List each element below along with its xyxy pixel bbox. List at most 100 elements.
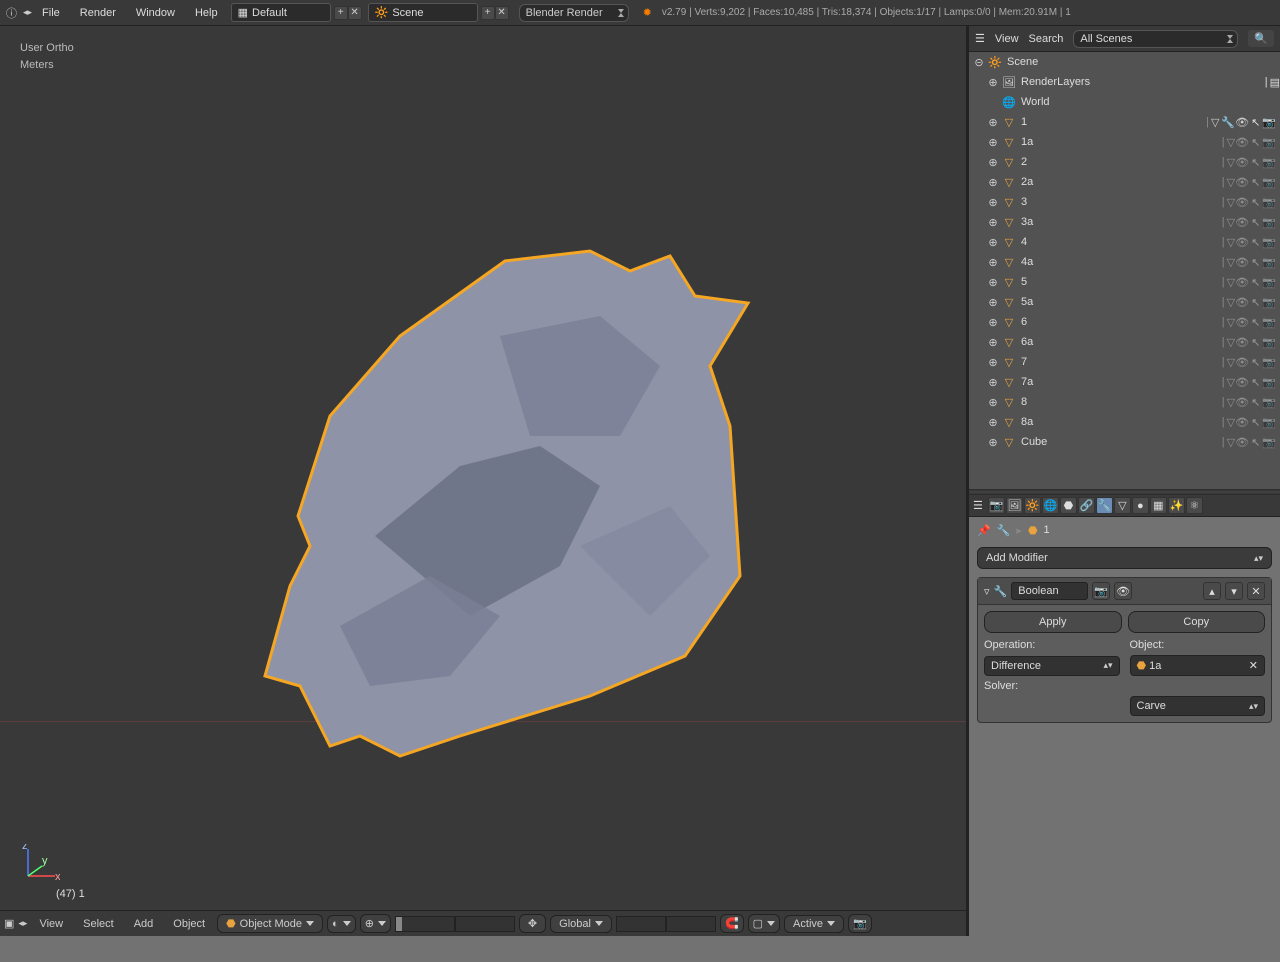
tab-renderlayers[interactable]: 🖼 <box>1006 497 1023 514</box>
selectable-toggle[interactable]: ↖ <box>1251 316 1260 329</box>
view3d-editor-icon[interactable]: ▣ <box>4 917 14 930</box>
outliner-filter-select[interactable]: All Scenes <box>1073 30 1238 48</box>
render-toggle[interactable]: 📷 <box>1262 356 1276 369</box>
expand-icon[interactable]: ⊕ <box>987 256 999 269</box>
tab-scene[interactable]: 🔆 <box>1024 497 1041 514</box>
outliner-object-row[interactable]: ⊕▽5|▽👁↖📷 <box>969 272 1280 292</box>
mesh-data-icon[interactable]: ▽ <box>1227 436 1235 449</box>
mesh-data-icon[interactable]: ▽ <box>1227 216 1235 229</box>
renderlayer-pass-icon[interactable]: ▤ <box>1270 76 1280 89</box>
visibility-toggle[interactable]: 👁 <box>1235 236 1249 249</box>
outliner-menu-view[interactable]: View <box>995 33 1019 45</box>
tab-material[interactable]: ● <box>1132 497 1149 514</box>
expand-icon[interactable]: ⊕ <box>987 116 999 129</box>
menu-view[interactable]: View <box>31 918 71 930</box>
expand-icon[interactable]: ⊕ <box>987 376 999 389</box>
render-toggle[interactable]: 📷 <box>1262 176 1276 189</box>
modifier-icon[interactable]: 🔧 <box>1221 116 1235 129</box>
mesh-data-icon[interactable]: ▽ <box>1227 136 1235 149</box>
layers-widget[interactable] <box>395 916 515 932</box>
editor-type-icon[interactable]: ⓘ <box>0 2 23 24</box>
pivot-select[interactable]: ⊕ <box>360 914 391 933</box>
visibility-toggle[interactable]: 👁 <box>1235 156 1249 169</box>
menu-help[interactable]: Help <box>185 7 228 19</box>
mesh-data-icon[interactable]: ▽ <box>1227 396 1235 409</box>
selectable-toggle[interactable]: ↖ <box>1251 356 1260 369</box>
selectable-toggle[interactable]: ↖ <box>1251 216 1260 229</box>
operation-select[interactable]: Difference▴▾ <box>984 656 1120 676</box>
delete-modifier-button[interactable]: ✕ <box>1247 582 1265 600</box>
selectable-toggle[interactable]: ↖ <box>1251 296 1260 309</box>
visibility-toggle[interactable]: 👁 <box>1235 296 1249 309</box>
3d-viewport[interactable]: User Ortho Meters z x y (47) 1 <box>0 26 966 910</box>
selectable-toggle[interactable]: ↖ <box>1251 416 1260 429</box>
render-button[interactable]: 📷 <box>848 914 872 933</box>
expand-icon[interactable]: ⊕ <box>987 276 999 289</box>
add-scene-button[interactable]: + <box>481 6 495 20</box>
mesh-data-icon[interactable]: ▽ <box>1227 296 1235 309</box>
tab-physics[interactable]: ⚛ <box>1186 497 1203 514</box>
expand-icon[interactable]: ⊕ <box>987 436 999 449</box>
layers-widget-2[interactable] <box>616 916 716 932</box>
selectable-toggle[interactable]: ↖ <box>1251 116 1260 129</box>
info-expand-icon[interactable]: ◂▸ <box>23 7 32 18</box>
snap-element-select[interactable]: ▢ <box>748 914 780 933</box>
render-toggle[interactable]: 📷 <box>1262 236 1276 249</box>
mesh-data-icon[interactable]: ▽ <box>1227 336 1235 349</box>
tab-data[interactable]: ▽ <box>1114 497 1131 514</box>
add-layout-button[interactable]: + <box>334 6 348 20</box>
expand-icon[interactable]: ⊕ <box>987 416 999 429</box>
render-toggle[interactable]: 📷 <box>1262 376 1276 389</box>
world-row[interactable]: ⊕ 🌐 World <box>969 92 1280 112</box>
render-toggle[interactable]: 📷 <box>1262 436 1276 449</box>
mesh-data-icon[interactable]: ▽ <box>1227 176 1235 189</box>
menu-add[interactable]: Add <box>126 918 162 930</box>
render-toggle[interactable]: 📷 <box>1262 336 1276 349</box>
expand-icon[interactable]: ⊕ <box>987 316 999 329</box>
add-modifier-button[interactable]: Add Modifier ▴▾ <box>977 547 1272 569</box>
visibility-toggle[interactable]: 👁 <box>1235 116 1249 129</box>
outliner-object-row[interactable]: ⊕▽4a|▽👁↖📷 <box>969 252 1280 272</box>
visibility-toggle[interactable]: 👁 <box>1235 356 1249 369</box>
mesh-data-icon[interactable]: ▽ <box>1211 116 1219 129</box>
render-toggle[interactable]: 📷 <box>1262 276 1276 289</box>
outliner-object-row[interactable]: ⊕▽1a|▽👁↖📷 <box>969 132 1280 152</box>
modifier-name-field[interactable]: Boolean <box>1011 582 1088 600</box>
properties-editor-icon[interactable]: ☰ <box>973 499 983 512</box>
search-icon[interactable]: 🔍 <box>1248 30 1274 47</box>
outliner-object-row[interactable]: ⊕▽6a|▽👁↖📷 <box>969 332 1280 352</box>
outliner-object-row[interactable]: ⊕▽6|▽👁↖📷 <box>969 312 1280 332</box>
mesh-data-icon[interactable]: ▽ <box>1227 316 1235 329</box>
menu-select[interactable]: Select <box>75 918 122 930</box>
tab-object[interactable]: ⬣ <box>1060 497 1077 514</box>
expand-icon[interactable]: ⊕ <box>987 356 999 369</box>
selectable-toggle[interactable]: ↖ <box>1251 256 1260 269</box>
mesh-data-icon[interactable]: ▽ <box>1227 156 1235 169</box>
view3d-expand-icon[interactable]: ◂▸ <box>18 918 27 929</box>
expand-icon[interactable]: ⊕ <box>987 336 999 349</box>
outliner-object-row[interactable]: ⊕▽1|▽🔧👁↖📷 <box>969 112 1280 132</box>
expand-icon[interactable]: ⊕ <box>987 156 999 169</box>
mesh-data-icon[interactable]: ▽ <box>1227 376 1235 389</box>
manipulator-toggle[interactable]: ✥ <box>519 914 546 933</box>
outliner-object-row[interactable]: ⊕▽7a|▽👁↖📷 <box>969 372 1280 392</box>
render-toggle[interactable]: 📷 <box>1262 156 1276 169</box>
mesh-data-icon[interactable]: ▽ <box>1227 416 1235 429</box>
expand-icon[interactable]: ⊕ <box>987 136 999 149</box>
visibility-toggle[interactable]: 👁 <box>1235 336 1249 349</box>
visibility-toggle[interactable]: 👁 <box>1235 136 1249 149</box>
tab-texture[interactable]: ▦ <box>1150 497 1167 514</box>
mesh-data-icon[interactable]: ▽ <box>1227 196 1235 209</box>
render-toggle[interactable]: 📷 <box>1262 316 1276 329</box>
orientation-select[interactable]: Global <box>550 915 612 933</box>
delete-scene-button[interactable]: ✕ <box>495 6 509 20</box>
tab-world[interactable]: 🌐 <box>1042 497 1059 514</box>
move-up-button[interactable]: ▴ <box>1203 582 1221 600</box>
solver-select[interactable]: Carve▴▾ <box>1130 696 1266 716</box>
outliner-object-row[interactable]: ⊕▽7|▽👁↖📷 <box>969 352 1280 372</box>
selectable-toggle[interactable]: ↖ <box>1251 136 1260 149</box>
selectable-toggle[interactable]: ↖ <box>1251 336 1260 349</box>
mesh-data-icon[interactable]: ▽ <box>1227 356 1235 369</box>
menu-render[interactable]: Render <box>70 7 126 19</box>
selectable-toggle[interactable]: ↖ <box>1251 196 1260 209</box>
